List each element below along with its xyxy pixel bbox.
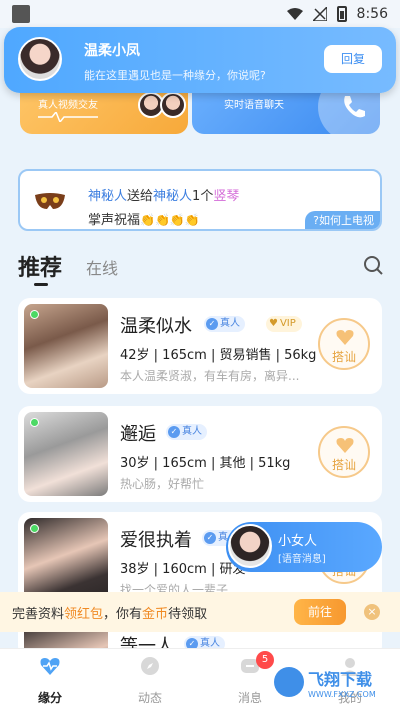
watermark-logo [274, 667, 304, 697]
online-dot [30, 524, 39, 533]
user-info: 38岁 | 160cm | 研发 [120, 562, 246, 577]
search-icon[interactable] [362, 254, 384, 276]
status-time: 8:56 [356, 6, 388, 22]
greet-label: 搭讪 [331, 458, 356, 472]
reward-suffix: 待领取 [168, 606, 208, 622]
gift-receiver: 神秘人 [153, 189, 193, 204]
voice-message-bubble[interactable]: 小女人 [语音消息] [226, 522, 382, 572]
wifi-icon [286, 8, 303, 20]
tab-online[interactable]: 在线 [86, 255, 118, 279]
greet-label: 搭讪 [331, 350, 356, 364]
blessing-text: 掌声祝福 [88, 213, 141, 228]
voice-subtitle: [语音消息] [278, 554, 326, 565]
watermark-title: 飞翔下载 [308, 669, 373, 689]
reward-bar: 完善资料领红包，你有金币待领取 前往 × [0, 592, 400, 632]
site-watermark: 飞翔下载 WWW.FXXZ.COM [274, 660, 394, 704]
watermark-url: WWW.FXXZ.COM [308, 689, 376, 699]
real-label: 真人 [220, 318, 240, 329]
video-chat-label: 真人视频交友 [38, 100, 98, 111]
verified-icon: ✓ [204, 532, 216, 544]
status-bar: 8:56 [0, 0, 400, 28]
gift-name: 竖琴 [213, 189, 240, 204]
nav-label: 消息 [237, 691, 262, 705]
verified-icon: ✓ [168, 426, 180, 438]
status-indicators: 8:56 [286, 6, 388, 22]
user-nickname: 爱很执着 [120, 530, 192, 551]
gift-verb: 送给 [127, 189, 154, 204]
gift-broadcast: 神秘人送给神秘人1个竖琴 掌声祝福👏👏👏👏 ?如何上电视 [18, 169, 382, 231]
nav-messages[interactable]: 5 消息 [220, 651, 280, 706]
banner-avatar [160, 92, 186, 118]
user-info: 30岁 | 165cm | 其他 | 51kg [120, 456, 291, 471]
nav-fate[interactable]: 缘分 [20, 655, 80, 706]
user-info: 42岁 | 165cm | 贸易销售 | 56kg [120, 348, 317, 363]
greet-button[interactable]: 搭讪 [318, 426, 370, 478]
reward-text: 完善资料领红包，你有金币待领取 [12, 603, 207, 622]
mask-icon [32, 187, 68, 217]
compass-icon [141, 657, 159, 675]
battery-icon [336, 6, 347, 22]
nav-moments[interactable]: 动态 [120, 655, 180, 706]
gift-blessing: 掌声祝福👏👏👏👏 [88, 209, 200, 228]
close-icon[interactable]: × [364, 604, 380, 620]
nav-label: 缘分 [37, 691, 62, 705]
message-notification[interactable]: 温柔小凤 能在这里遇见也是一种缘分，你说呢? 回复 [4, 27, 396, 93]
verified-icon: ✓ [206, 318, 218, 330]
online-dot [30, 310, 39, 319]
no-signal-icon [312, 7, 327, 21]
reward-gold: 金币 [142, 606, 169, 622]
reward-red: 领红包 [64, 606, 104, 622]
tab-indicator [34, 283, 48, 286]
watermark-text: 飞翔下载 WWW.FXXZ.COM [308, 666, 376, 699]
heart-pulse-icon [40, 658, 60, 675]
voice-chat-label: 实时语音聊天 [224, 100, 284, 111]
gift-text: 神秘人送给神秘人1个竖琴 [88, 185, 239, 204]
gift-count: 1个 [192, 189, 214, 204]
heart-icon [336, 438, 354, 453]
vip-icon: ♥ [269, 318, 278, 329]
notification-sender: 温柔小凤 [84, 43, 140, 59]
avatar [18, 37, 62, 81]
user-card[interactable]: 邂逅 ✓ 真人 30岁 | 165cm | 其他 | 51kg 热心肠，好帮忙 搭… [18, 406, 382, 502]
user-nickname: 邂逅 [120, 424, 156, 445]
avatar [228, 524, 272, 568]
voice-sender: 小女人 [278, 534, 318, 549]
notification-message: 能在这里遇见也是一种缘分，你说呢? [84, 69, 266, 82]
go-button[interactable]: 前往 [294, 599, 346, 625]
heart-icon [336, 330, 354, 345]
heartbeat-icon [38, 112, 98, 122]
how-to-tv-button[interactable]: ?如何上电视 [305, 211, 380, 229]
real-label: 真人 [182, 426, 202, 437]
gift-sender: 神秘人 [88, 189, 128, 204]
nav-label: 动态 [137, 691, 162, 705]
vip-badge: ♥ VIP [266, 316, 302, 332]
user-bio: 热心肠，好帮忙 [120, 477, 205, 491]
real-badge: ✓真人 [166, 424, 207, 440]
unread-badge: 5 [256, 651, 274, 669]
reward-prefix: 完善资料 [12, 606, 65, 622]
reply-button[interactable]: 回复 [324, 45, 382, 73]
user-bio: 本人温柔贤淑，有车有房，离异... [120, 369, 300, 383]
tab-recommend[interactable]: 推荐 [18, 250, 62, 282]
user-card[interactable]: 温柔似水 ✓ 真人 ♥ VIP 42岁 | 165cm | 贸易销售 | 56kg … [18, 298, 382, 394]
reward-mid: ，你有 [103, 606, 143, 622]
user-nickname: 温柔似水 [120, 316, 192, 337]
real-badge: ✓真人 [204, 316, 245, 332]
online-dot [30, 418, 39, 427]
vip-label: VIP [279, 318, 296, 329]
greet-button[interactable]: 搭讪 [318, 318, 370, 370]
clap-icons: 👏👏👏👏 [140, 213, 200, 227]
notification-icon [12, 5, 30, 23]
